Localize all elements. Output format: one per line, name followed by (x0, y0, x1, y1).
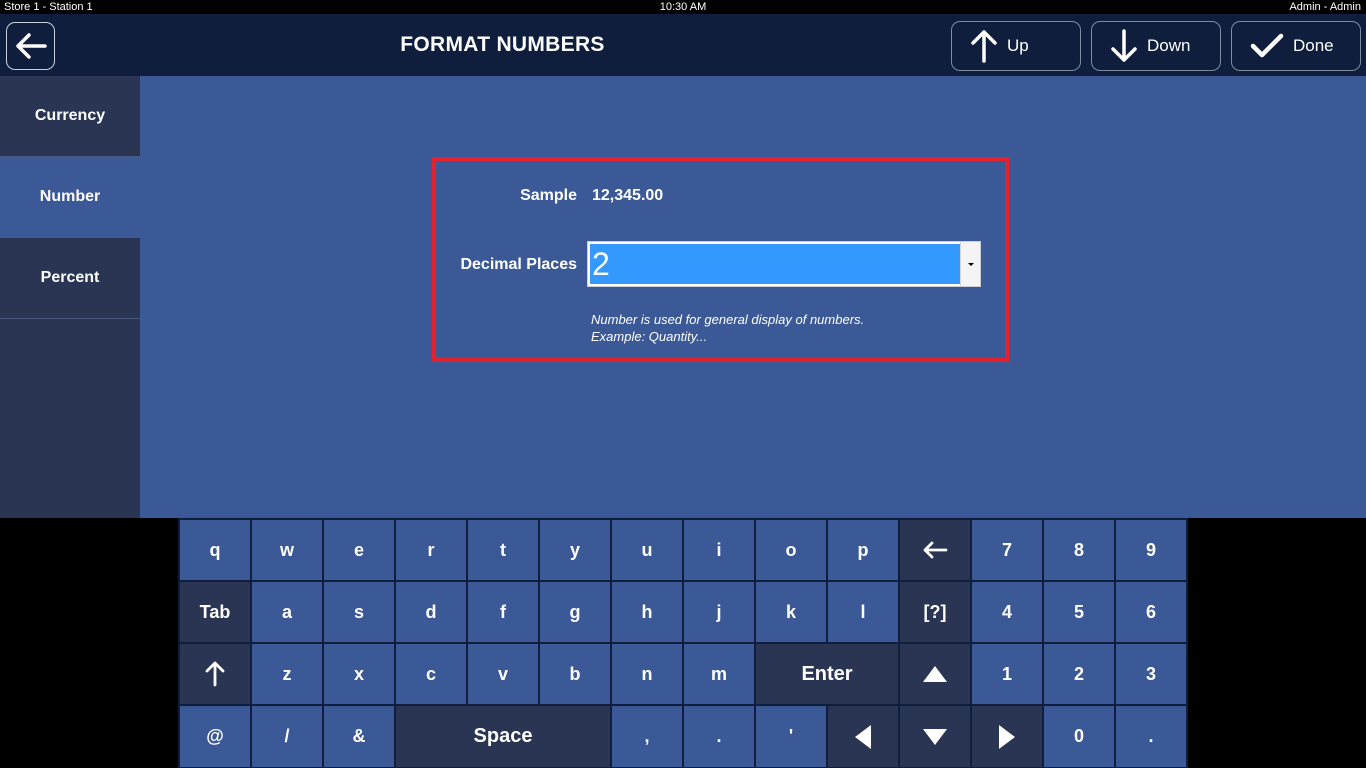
key-8[interactable]: 8 (1043, 519, 1115, 581)
sidebar-item-label: Currency (34, 107, 106, 124)
hint-line: Example: Quantity... (591, 329, 708, 344)
key-n[interactable]: n (611, 643, 683, 705)
arrow-up-icon (971, 30, 997, 63)
sample-label: Sample (520, 187, 577, 204)
back-button[interactable] (6, 22, 55, 70)
key-g[interactable]: g (539, 581, 611, 643)
arrow-down-icon (1111, 29, 1137, 62)
key-comma[interactable]: , (611, 705, 683, 768)
key-e[interactable]: e (323, 519, 395, 581)
key-4[interactable]: 4 (971, 581, 1043, 643)
shift-arrow-icon (205, 661, 225, 687)
arrow-left-icon (15, 33, 47, 59)
triangle-left-icon (855, 724, 871, 749)
main-panel: Sample 12,345.00 Decimal Places 2 Number… (140, 76, 1366, 518)
on-screen-keyboard: q w e r t y u i o p 7 8 9 Tab a s d f g … (178, 518, 1188, 768)
key-ampersand[interactable]: & (323, 705, 395, 768)
key-i[interactable]: i (683, 519, 755, 581)
shift-key[interactable] (179, 643, 251, 705)
key-1[interactable]: 1 (971, 643, 1043, 705)
down-button[interactable]: Down (1091, 21, 1221, 71)
key-l[interactable]: l (827, 581, 899, 643)
key-m[interactable]: m (683, 643, 755, 705)
key-5[interactable]: 5 (1043, 581, 1115, 643)
key-6[interactable]: 6 (1115, 581, 1187, 643)
backspace-icon (923, 541, 948, 559)
status-bar: Store 1 - Station 1 10:30 AM Admin - Adm… (0, 0, 1366, 14)
key-h[interactable]: h (611, 581, 683, 643)
key-9[interactable]: 9 (1115, 519, 1187, 581)
hint-line: Number is used for general display of nu… (591, 312, 865, 327)
arrow-up-key[interactable] (899, 643, 971, 705)
sidebar-item-label: Number (39, 188, 101, 205)
space-key[interactable]: Space (395, 705, 611, 768)
key-a[interactable]: a (251, 581, 323, 643)
tab-key[interactable]: Tab (179, 581, 251, 643)
key-x[interactable]: x (323, 643, 395, 705)
key-t[interactable]: t (467, 519, 539, 581)
sidebar-item-percent[interactable]: Percent (0, 238, 140, 319)
arrow-down-key[interactable] (899, 705, 971, 768)
backspace-key[interactable] (899, 519, 971, 581)
key-at[interactable]: @ (179, 705, 251, 768)
decimal-places-label: Decimal Places (460, 256, 577, 273)
key-u[interactable]: u (611, 519, 683, 581)
key-0[interactable]: 0 (1043, 705, 1115, 768)
header: FORMAT NUMBERS Up Down Done (0, 14, 1366, 76)
arrow-left-key[interactable] (827, 705, 899, 768)
enter-key[interactable]: Enter (755, 643, 899, 705)
triangle-up-icon (923, 666, 947, 682)
key-d[interactable]: d (395, 581, 467, 643)
sidebar-item-currency[interactable]: Currency (0, 76, 140, 157)
key-y[interactable]: y (539, 519, 611, 581)
key-decimal[interactable]: . (1115, 705, 1187, 768)
decimal-places-value[interactable]: 2 (590, 244, 960, 284)
symbols-key[interactable]: [?] (899, 581, 971, 643)
hint-text: Number is used for general display of nu… (591, 311, 864, 345)
highlight-frame: Sample 12,345.00 Decimal Places 2 Number… (432, 157, 1009, 362)
sample-value: 12,345.00 (592, 187, 664, 204)
key-b[interactable]: b (539, 643, 611, 705)
down-button-label: Down (1147, 36, 1191, 55)
key-o[interactable]: o (755, 519, 827, 581)
up-button[interactable]: Up (951, 21, 1081, 71)
triangle-down-icon (923, 728, 947, 745)
done-button[interactable]: Done (1231, 21, 1361, 71)
dropdown-arrow-icon[interactable] (960, 242, 980, 286)
page-title: FORMAT NUMBERS (400, 33, 605, 56)
key-z[interactable]: z (251, 643, 323, 705)
clock: 10:30 AM (659, 1, 707, 13)
key-w[interactable]: w (251, 519, 323, 581)
sidebar-item-label: Percent (40, 269, 100, 286)
key-k[interactable]: k (755, 581, 827, 643)
key-7[interactable]: 7 (971, 519, 1043, 581)
sidebar: Currency Number Percent (0, 76, 140, 518)
key-s[interactable]: s (323, 581, 395, 643)
user-label: Admin - Admin (1289, 1, 1361, 13)
sidebar-item-number[interactable]: Number (0, 157, 140, 238)
checkmark-icon (1250, 33, 1284, 58)
decimal-places-select[interactable]: 2 (587, 241, 981, 287)
key-apostrophe[interactable]: ' (755, 705, 827, 768)
key-p[interactable]: p (827, 519, 899, 581)
up-button-label: Up (1007, 36, 1029, 55)
key-slash[interactable]: / (251, 705, 323, 768)
key-2[interactable]: 2 (1043, 643, 1115, 705)
key-3[interactable]: 3 (1115, 643, 1187, 705)
key-period[interactable]: . (683, 705, 755, 768)
key-j[interactable]: j (683, 581, 755, 643)
triangle-right-icon (999, 724, 1015, 749)
key-v[interactable]: v (467, 643, 539, 705)
key-f[interactable]: f (467, 581, 539, 643)
key-r[interactable]: r (395, 519, 467, 581)
key-q[interactable]: q (179, 519, 251, 581)
arrow-right-key[interactable] (971, 705, 1043, 768)
key-c[interactable]: c (395, 643, 467, 705)
done-button-label: Done (1293, 36, 1334, 55)
